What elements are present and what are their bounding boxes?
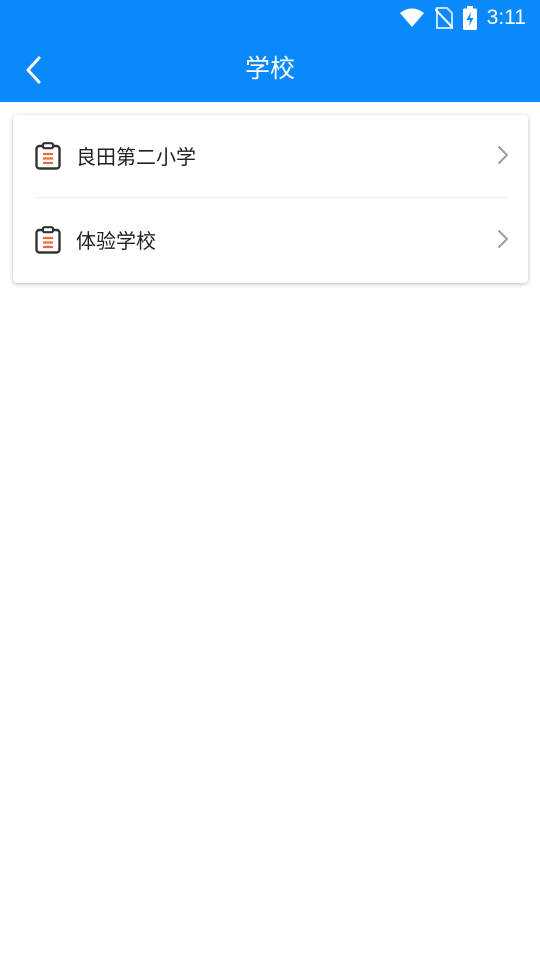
divider: [35, 197, 508, 198]
clipboard-icon: [35, 142, 61, 170]
page-title: 学校: [244, 54, 295, 83]
school-name: 良田第二小学: [76, 145, 196, 169]
chevron-right-icon: [498, 146, 508, 164]
app-header: 3:11 学校: [0, 0, 540, 102]
school-item[interactable]: 良田第二小学: [13, 115, 528, 199]
battery-charging-icon: [462, 6, 477, 30]
school-item[interactable]: 体验学校: [13, 199, 528, 283]
chevron-right-icon: [498, 230, 508, 248]
wifi-icon: [399, 8, 425, 28]
clipboard-icon: [35, 226, 61, 254]
status-icons: 3:11: [389, 5, 526, 31]
status-bar: 3:11: [0, 0, 540, 36]
no-sim-icon: [434, 7, 453, 29]
school-name: 体验学校: [76, 229, 156, 253]
school-list: 良田第二小学 体验学校: [13, 115, 528, 283]
status-time: 3:11: [486, 6, 526, 29]
toolbar: 学校: [0, 36, 540, 102]
